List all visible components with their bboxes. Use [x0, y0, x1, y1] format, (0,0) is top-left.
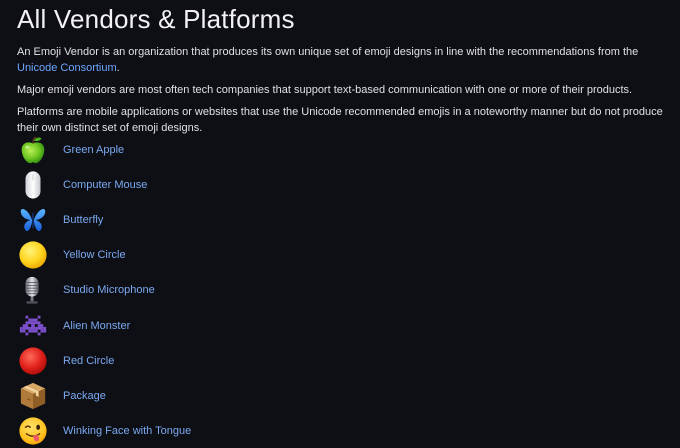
emoji-link-winking-face-with-tongue[interactable]: Winking Face with Tongue — [63, 425, 191, 437]
package-icon[interactable] — [17, 380, 49, 412]
yellow-circle-icon[interactable] — [17, 239, 49, 271]
list-item: Winking Face with Tongue — [17, 414, 191, 448]
butterfly-icon[interactable] — [17, 204, 49, 236]
red-circle-icon[interactable] — [17, 345, 49, 377]
page-title: All Vendors & Platforms — [17, 4, 295, 34]
list-item: Package — [17, 378, 191, 413]
emoji-link-alien-monster[interactable]: Alien Monster — [63, 320, 130, 332]
studio-microphone-icon[interactable] — [17, 274, 49, 306]
emoji-link-package[interactable]: Package — [63, 390, 106, 402]
intro-paragraph-vendor: An Emoji Vendor is an organization that … — [17, 44, 663, 76]
intro-period: . — [116, 62, 120, 74]
page: All Vendors & Platforms An Emoji Vendor … — [0, 0, 680, 448]
emoji-link-red-circle[interactable]: Red Circle — [63, 355, 114, 367]
emoji-link-green-apple[interactable]: Green Apple — [63, 144, 124, 156]
list-item: Studio Microphone — [17, 273, 191, 308]
winking-face-with-tongue-icon[interactable] — [17, 415, 49, 447]
intro-paragraph-major-vendors: Major emoji vendors are most often tech … — [17, 84, 633, 96]
emoji-link-butterfly[interactable]: Butterfly — [63, 214, 103, 226]
list-item: Butterfly — [17, 202, 191, 237]
emoji-link-computer-mouse[interactable]: Computer Mouse — [63, 179, 147, 191]
alien-monster-icon[interactable] — [17, 310, 49, 342]
emoji-list: Green Apple Computer Mouse Butterfly Yel… — [17, 132, 191, 448]
computer-mouse-icon[interactable] — [17, 169, 49, 201]
intro-text: An Emoji Vendor is an organization that … — [17, 46, 639, 58]
list-item: Red Circle — [17, 343, 191, 378]
emoji-link-studio-microphone[interactable]: Studio Microphone — [63, 284, 155, 296]
list-item: Yellow Circle — [17, 238, 191, 273]
list-item: Green Apple — [17, 132, 191, 167]
emoji-link-yellow-circle[interactable]: Yellow Circle — [63, 249, 126, 261]
green-apple-icon[interactable] — [17, 134, 49, 166]
list-item: Computer Mouse — [17, 167, 191, 202]
list-item: Alien Monster — [17, 308, 191, 343]
unicode-consortium-link[interactable]: Unicode Consortium — [17, 62, 117, 74]
